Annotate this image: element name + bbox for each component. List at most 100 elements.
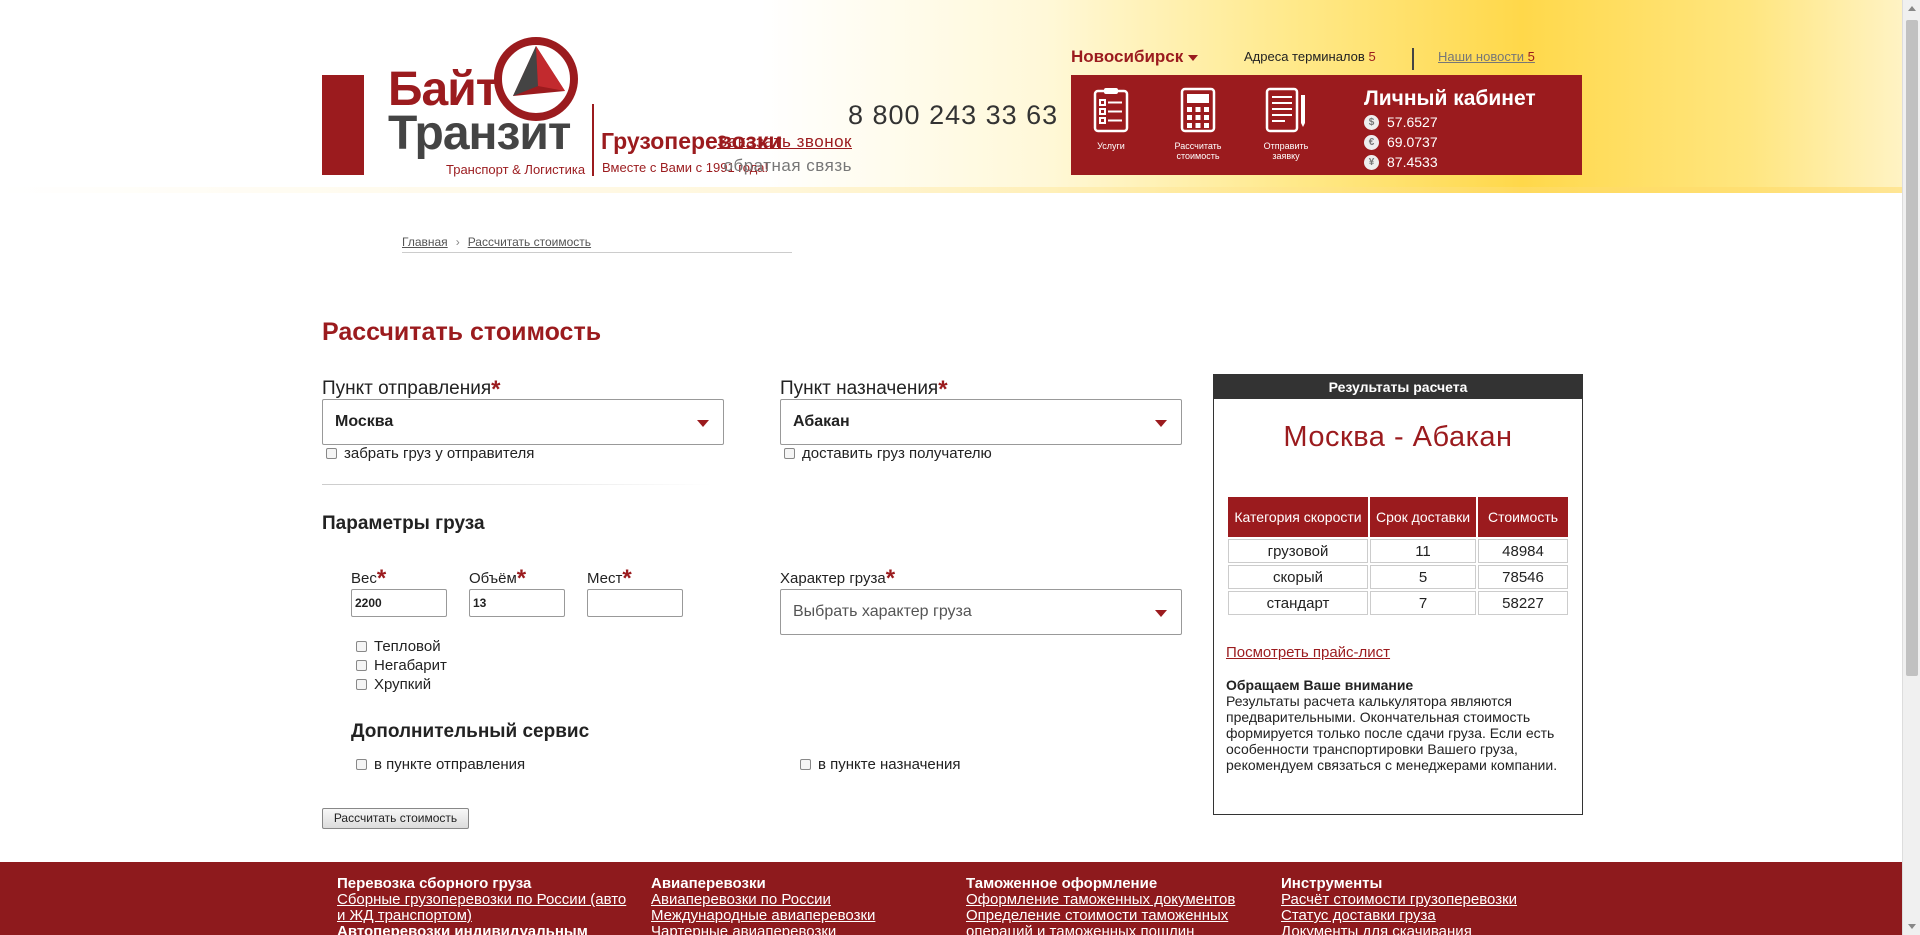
logo-divider — [592, 104, 594, 176]
footer-link[interactable]: Международные авиаперевозки — [651, 908, 941, 924]
footer-column: Перевозка сборного груза Сборные грузопе… — [337, 876, 627, 935]
table-cell: 7 — [1370, 591, 1476, 615]
table-cell: 48984 — [1478, 539, 1568, 563]
calculate-button[interactable]: Рассчитать стоимость — [322, 808, 469, 829]
cargo-type-label: Характер груза* — [780, 567, 895, 591]
footer-link[interactable]: Чартерные авиаперевозки — [651, 924, 941, 935]
chevron-down-icon — [1188, 54, 1199, 61]
news-count: 5 — [1527, 49, 1535, 64]
footer-link[interactable]: Определение стоимости таможенных операци… — [966, 908, 1256, 935]
footer-link[interactable]: Оформление таможенных документов — [966, 892, 1256, 908]
option-fragile-checkbox[interactable]: Хрупкий — [356, 676, 431, 693]
origin-label-text: Пункт отправления — [322, 378, 492, 399]
site-header: Байт Транзит Транспорт & Логистика Грузо… — [0, 0, 1902, 193]
euro-icon: € — [1364, 134, 1379, 150]
dest-select[interactable]: Абакан — [780, 399, 1182, 445]
results-panel: Результаты расчета Москва - Абакан Катег… — [1213, 374, 1583, 815]
service-origin-checkbox[interactable]: в пункте отправления — [356, 756, 525, 773]
checkbox-label: Хрупкий — [374, 676, 432, 693]
required-mark: * — [885, 565, 896, 592]
places-label: Мест* — [587, 567, 632, 591]
brand-name-line2[interactable]: Транзит — [388, 110, 571, 158]
scrollbar-thumb[interactable] — [1906, 20, 1918, 676]
rate-usd: $ 57.6527 — [1364, 114, 1438, 130]
footer-column-title: Таможенное оформление — [966, 875, 1158, 892]
required-mark: * — [516, 565, 527, 592]
breadcrumb-separator: › — [455, 235, 460, 249]
table-cell: 78546 — [1478, 565, 1568, 589]
feedback-link[interactable]: обратная связь — [724, 156, 852, 176]
rate-value: 69.0737 — [1387, 134, 1438, 150]
calculator-icon — [1180, 87, 1216, 133]
quicknav-request[interactable]: Отправить заявку — [1251, 87, 1321, 162]
notice-title: Обращаем Ваше внимание — [1226, 677, 1414, 693]
origin-pickup-checkbox[interactable]: забрать груз у отправителя — [326, 445, 534, 462]
terminals-count: 5 — [1368, 49, 1376, 64]
cargo-type-select[interactable]: Выбрать характер груза — [780, 589, 1182, 635]
required-mark: * — [376, 565, 387, 592]
checkbox-box[interactable] — [326, 448, 337, 459]
breadcrumb-home[interactable]: Главная — [402, 235, 448, 249]
checkbox-box[interactable] — [784, 448, 795, 459]
price-list-link[interactable]: Посмотреть прайс-лист — [1226, 644, 1390, 661]
rate-value: 57.6527 — [1387, 114, 1438, 130]
checkbox-box[interactable] — [356, 679, 367, 690]
checkbox-label: Тепловой — [374, 638, 441, 655]
checkbox-box[interactable] — [800, 759, 811, 770]
volume-input[interactable]: 13 — [469, 589, 565, 617]
footer-link[interactable]: Статус доставки груза — [1281, 908, 1571, 924]
quick-nav-panel: Услуги Рассчитать стоимость Отправить за… — [1071, 75, 1582, 175]
breadcrumb-current[interactable]: Рассчитать стоимость — [468, 235, 591, 249]
table-row: грузовой 11 48984 — [1228, 539, 1568, 563]
footer-link[interactable]: Расчёт стоимости грузоперевозки — [1281, 892, 1571, 908]
footer-link[interactable]: Авиаперевозки по России — [651, 892, 941, 908]
places-input[interactable] — [587, 589, 683, 617]
notice: Обращаем Ваше внимание Результаты расчет… — [1226, 677, 1576, 773]
required-mark: * — [622, 565, 632, 592]
footer-column-title: Авиаперевозки — [651, 875, 766, 892]
chevron-down-icon — [1155, 610, 1167, 617]
terminals-label: Адреса терминалов — [1244, 49, 1365, 64]
callback-link[interactable]: Заказать звонок — [717, 132, 852, 152]
service-title: Дополнительный сервис — [351, 721, 590, 742]
personal-cabinet-link[interactable]: Личный кабинет — [1364, 87, 1536, 111]
footer-column: Авиаперевозки Авиаперевозки по России Ме… — [651, 876, 941, 935]
clipboard-list-icon — [1093, 88, 1129, 133]
footer-link[interactable]: Документы для скачивания — [1281, 924, 1571, 935]
origin-select-value: Москва — [335, 413, 394, 430]
scroll-down-icon[interactable] — [1908, 924, 1916, 929]
rate-value: 87.4533 — [1387, 154, 1438, 170]
quicknav-label: Рассчитать стоимость — [1174, 141, 1222, 162]
service-dest-checkbox[interactable]: в пункте назначения — [800, 756, 961, 773]
notice-text: Результаты расчета калькулятора являются… — [1226, 693, 1558, 773]
table-header-row: Категория скорости Срок доставки Стоимос… — [1228, 497, 1568, 537]
phone-number[interactable]: 8 800 243 33 63 — [848, 100, 1058, 131]
checkbox-box[interactable] — [356, 759, 367, 770]
option-thermal-checkbox[interactable]: Тепловой — [356, 638, 441, 655]
news-label: Наши новости — [1438, 49, 1525, 64]
news-link[interactable]: Наши новости 5 — [1438, 49, 1535, 64]
terminals-link[interactable]: Адреса терминалов 5 — [1244, 49, 1376, 64]
dest-label-text: Пункт назначения — [780, 378, 939, 399]
dest-delivery-checkbox[interactable]: доставить груз получателю — [784, 445, 992, 462]
page-scrollbar[interactable] — [1902, 0, 1920, 935]
cargo-type-placeholder: Выбрать характер груза — [793, 603, 972, 620]
origin-select[interactable]: Москва — [322, 399, 724, 445]
quicknav-calculate[interactable]: Рассчитать стоимость — [1163, 87, 1233, 162]
table-cell: скорый — [1228, 565, 1368, 589]
page-title: Рассчитать стоимость — [322, 318, 602, 346]
checkbox-box[interactable] — [356, 641, 367, 652]
table-cell: грузовой — [1228, 539, 1368, 563]
quicknav-services[interactable]: Услуги — [1076, 87, 1146, 151]
footer-link[interactable]: Сборные грузоперевозки по России (авто и… — [337, 892, 627, 924]
weight-input[interactable]: 2200 — [351, 589, 447, 617]
scroll-up-icon[interactable] — [1908, 6, 1916, 11]
results-table: Категория скорости Срок доставки Стоимос… — [1226, 495, 1570, 617]
checkbox-box[interactable] — [356, 660, 367, 671]
footer-link[interactable]: Автоперевозки индивидуальным — [337, 924, 627, 935]
option-oversize-checkbox[interactable]: Негабарит — [356, 657, 447, 674]
results-header: Результаты расчета — [1214, 375, 1582, 399]
checkbox-label: забрать груз у отправителя — [344, 445, 535, 462]
params-title: Параметры груза — [322, 513, 485, 534]
city-selector[interactable]: Новосибирск — [1071, 47, 1199, 67]
